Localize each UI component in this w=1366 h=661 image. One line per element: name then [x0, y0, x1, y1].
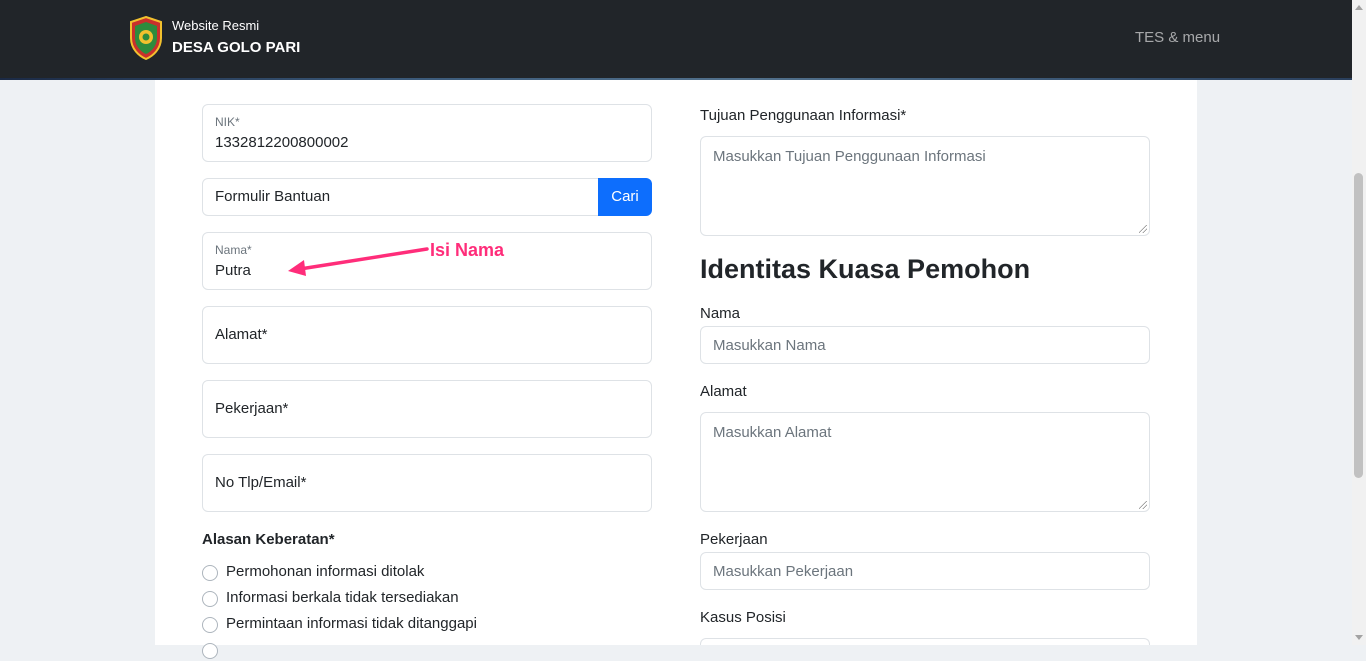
nav-menu-link[interactable]: TES & menu [1135, 29, 1220, 46]
kuasa-heading: Identitas Kuasa Pemohon [700, 254, 1031, 284]
alamat-field[interactable]: Alamat* [202, 306, 652, 364]
kuasa-nama-input[interactable]: Masukkan Nama [700, 326, 1150, 364]
annotation-arrow-icon [288, 247, 429, 276]
nama-value: Putra [215, 262, 251, 279]
radio-button[interactable] [202, 565, 218, 581]
alasan-option-label: Informasi berkala tidak tersediakan [226, 589, 459, 606]
brand-title[interactable]: DESA GOLO PARI [172, 39, 300, 56]
tujuan-textarea[interactable]: Masukkan Tujuan Penggunaan Informasi [700, 136, 1150, 236]
nik-field[interactable]: NIK* 1332812200800002 [202, 104, 652, 162]
kontak-label: No Tlp/Email* [215, 474, 307, 491]
alamat-label: Alamat* [215, 326, 268, 343]
kuasa-pekerjaan-placeholder: Masukkan Pekerjaan [713, 563, 854, 580]
scroll-up-icon[interactable] [1355, 5, 1363, 10]
alasan-label: Alasan Keberatan* [202, 531, 335, 548]
alasan-option-label: Permohonan informasi ditolak [226, 563, 425, 580]
nik-value: 1332812200800002 [215, 134, 349, 151]
kuasa-alamat-textarea[interactable]: Masukkan Alamat [700, 412, 1150, 512]
radio-button[interactable] [202, 643, 218, 659]
top-navbar: Website Resmi DESA GOLO PARI TES & menu [0, 0, 1352, 78]
resize-grip-icon[interactable] [1139, 225, 1147, 233]
resize-grip-icon[interactable] [1139, 501, 1147, 509]
kuasa-pekerjaan-label: Pekerjaan [700, 531, 768, 548]
kuasa-nama-label: Nama [700, 305, 741, 322]
kontak-field[interactable]: No Tlp/Email* [202, 454, 652, 512]
tujuan-label: Tujuan Penggunaan Informasi* [700, 107, 907, 124]
brand-subtitle: Website Resmi [172, 18, 260, 33]
scroll-thumb[interactable] [1354, 173, 1363, 478]
cari-button[interactable]: Cari [598, 178, 652, 216]
kuasa-kasus-textarea[interactable] [700, 638, 1150, 645]
kuasa-alamat-label: Alamat [700, 383, 747, 400]
formulir-select[interactable]: Formulir Bantuan [202, 178, 599, 216]
radio-button[interactable] [202, 591, 218, 607]
kuasa-nama-placeholder: Masukkan Nama [713, 337, 826, 354]
pekerjaan-field[interactable]: Pekerjaan* [202, 380, 652, 438]
alasan-option-label: Permintaan informasi tidak ditanggapi [226, 615, 477, 632]
annotation-label: Isi Nama [430, 240, 505, 260]
tujuan-placeholder: Masukkan Tujuan Penggunaan Informasi [713, 148, 986, 165]
village-emblem-icon[interactable] [129, 16, 163, 60]
pekerjaan-label: Pekerjaan* [215, 400, 289, 417]
radio-button[interactable] [202, 617, 218, 633]
kuasa-kasus-label: Kasus Posisi [700, 609, 786, 626]
kuasa-alamat-placeholder: Masukkan Alamat [713, 424, 832, 441]
nik-label: NIK* [215, 115, 240, 129]
nama-label: Nama* [215, 243, 252, 257]
page-scrollbar[interactable] [1352, 0, 1366, 645]
kuasa-pekerjaan-input[interactable]: Masukkan Pekerjaan [700, 552, 1150, 590]
scroll-down-icon[interactable] [1355, 635, 1363, 640]
